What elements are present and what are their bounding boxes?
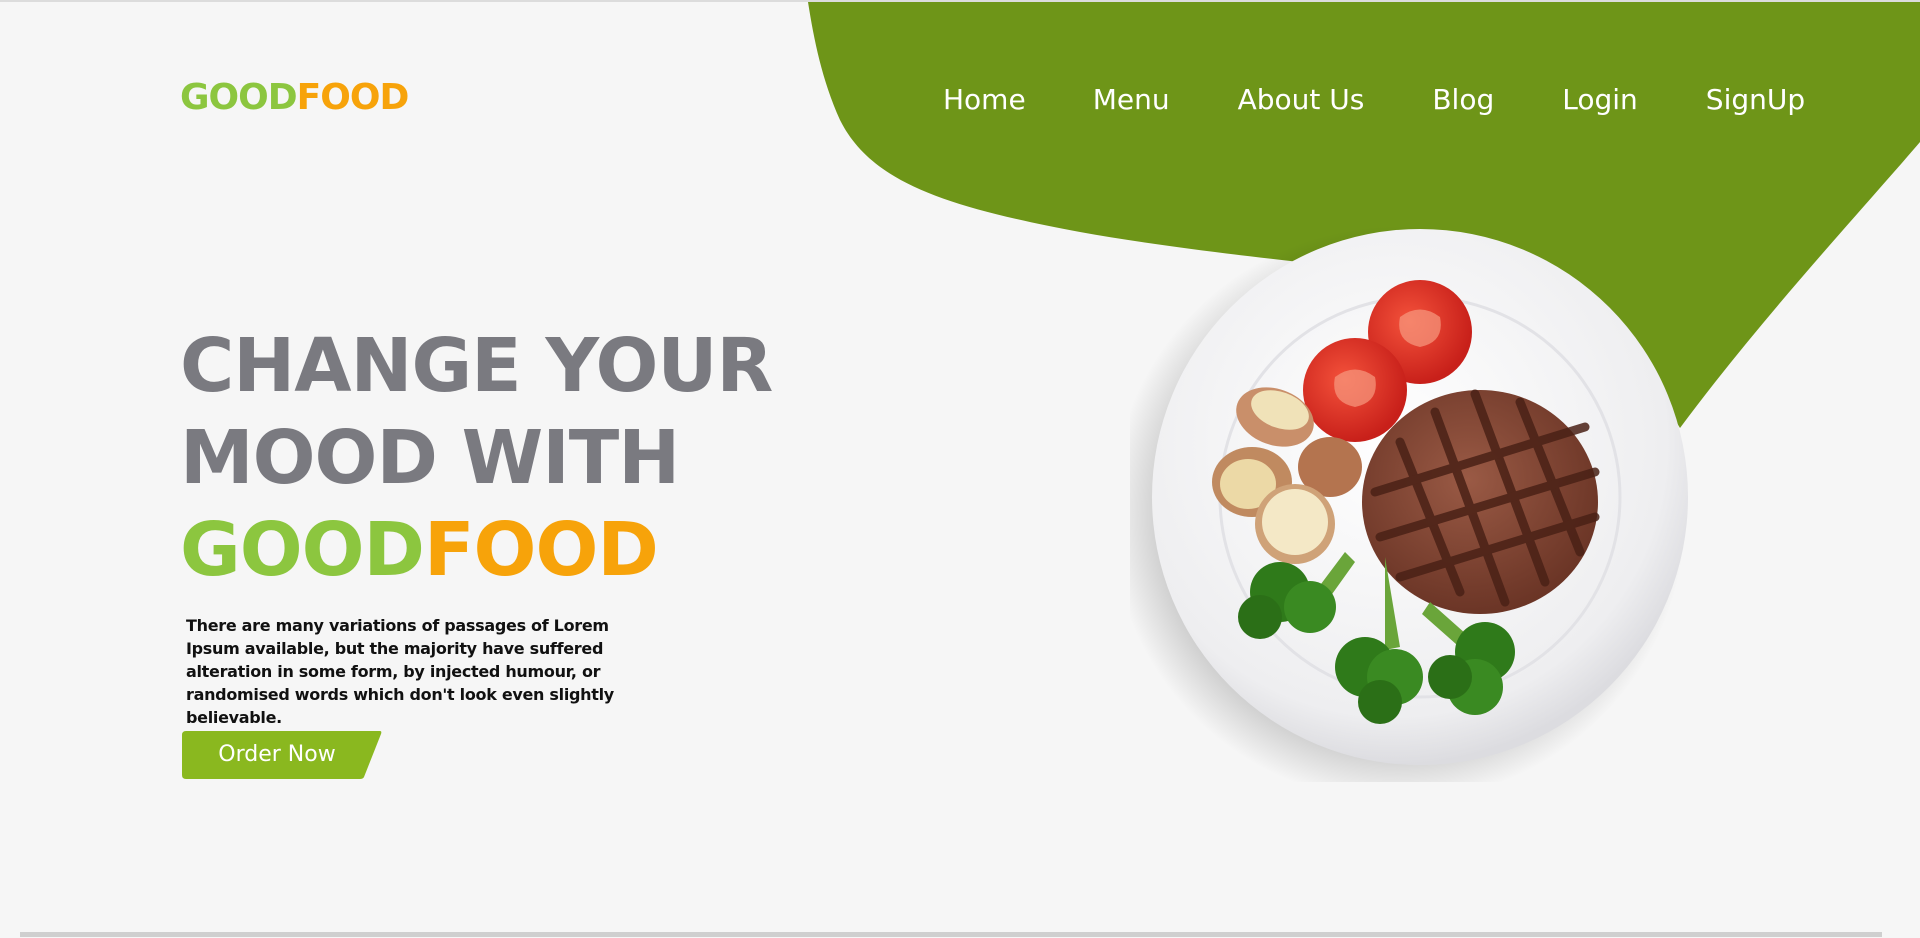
nav-login[interactable]: Login <box>1562 80 1638 120</box>
headline-food: FOOD <box>423 507 659 593</box>
landing-page: GOODFOOD Home Menu About Us Blog Login S… <box>0 0 1920 938</box>
headline-line-1: CHANGE YOUR <box>180 323 773 409</box>
headline-good: GOOD <box>180 507 425 593</box>
nav-signup[interactable]: SignUp <box>1706 80 1805 120</box>
order-now-label: Order Now <box>218 742 336 767</box>
headline-line-2: MOOD WITH <box>180 415 680 501</box>
main-nav: Home Menu About Us Blog Login SignUp <box>943 80 1805 120</box>
logo-good: GOOD <box>180 77 298 118</box>
bottom-scrollbar[interactable] <box>20 932 1882 937</box>
hero-description: There are many variations of passages of… <box>186 616 614 727</box>
plate-image <box>1110 222 1690 802</box>
nav-about-us[interactable]: About Us <box>1238 80 1365 120</box>
hero-headline: CHANGE YOUR MOOD WITH GOODFOOD <box>180 320 773 596</box>
order-now-button[interactable]: Order Now <box>182 731 382 779</box>
plate-illustration <box>1110 226 1688 802</box>
steak <box>1362 389 1600 614</box>
headline-brand: GOODFOOD <box>180 504 772 596</box>
nav-blog[interactable]: Blog <box>1432 80 1494 120</box>
logo[interactable]: GOODFOOD <box>180 76 410 120</box>
logo-food: FOOD <box>296 77 410 118</box>
nav-menu[interactable]: Menu <box>1093 80 1170 120</box>
nav-home[interactable]: Home <box>943 80 1026 120</box>
